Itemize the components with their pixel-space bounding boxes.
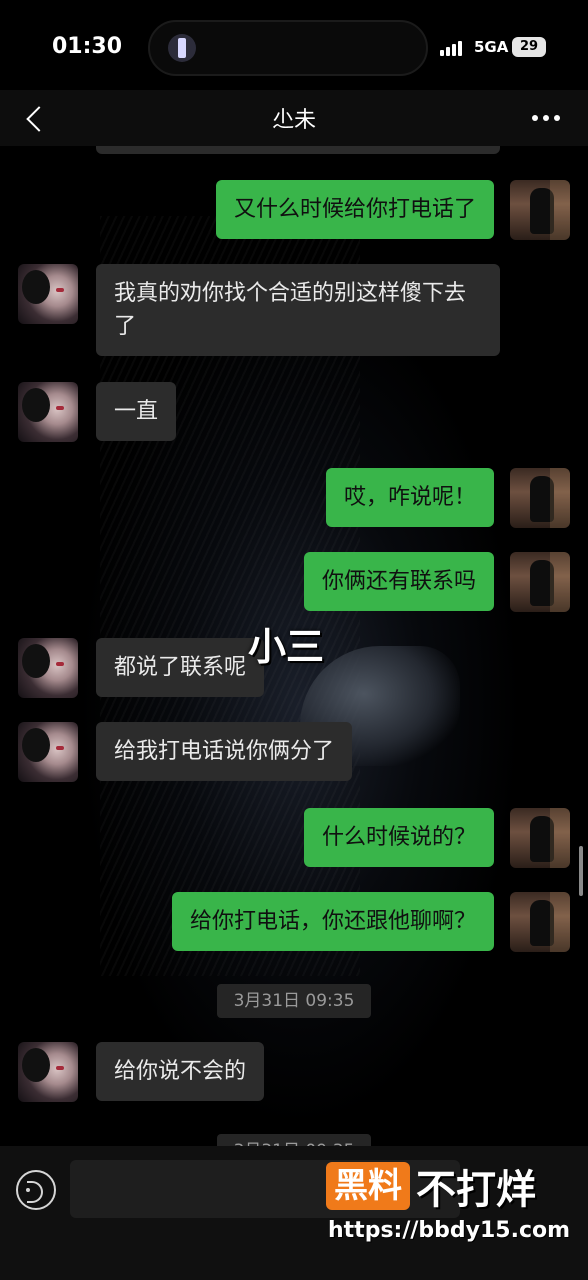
- chat-header: 尐未: [0, 90, 588, 146]
- status-time: 01:30: [52, 34, 123, 59]
- watermark: 黑料 不打烊 https://bbdy15.com: [326, 1160, 576, 1270]
- dynamic-island: [148, 20, 428, 76]
- voice-input-button[interactable]: [16, 1170, 56, 1210]
- signal-icon: [440, 40, 464, 56]
- more-options-button[interactable]: [528, 102, 564, 132]
- watermark-logo: 黑料: [326, 1162, 410, 1210]
- my-avatar[interactable]: [510, 808, 570, 868]
- my-avatar[interactable]: [510, 892, 570, 952]
- message-bubble-sent[interactable]: 什么时候说的？: [303, 808, 494, 867]
- message-bubble-sent[interactable]: 哎，咋说呢！: [325, 468, 494, 527]
- message-bubble-received[interactable]: 一直: [96, 382, 177, 441]
- message-bubble-received[interactable]: 给你说不会的: [96, 1042, 265, 1101]
- chat-area[interactable]: 又什么时候给你打电话了 我真的劝你找个合适的别这样傻下去了 一直 哎，咋说呢！ …: [0, 146, 588, 1146]
- flashlight-icon: [168, 34, 196, 62]
- contact-avatar[interactable]: [18, 722, 78, 782]
- contact-avatar[interactable]: [18, 1042, 78, 1102]
- message-bubble-sent[interactable]: 给你打电话，你还跟他聊啊？: [171, 892, 494, 951]
- message-bubble-received[interactable]: 给我打电话说你俩分了: [96, 722, 353, 781]
- network-type: 5GA: [474, 38, 509, 56]
- contact-avatar[interactable]: [18, 382, 78, 442]
- my-avatar[interactable]: [510, 180, 570, 240]
- my-avatar[interactable]: [510, 468, 570, 528]
- message-bubble-sent[interactable]: 你俩还有联系吗: [303, 552, 494, 611]
- previous-message-bubble[interactable]: [96, 146, 500, 154]
- watermark-url: https://bbdy15.com: [328, 1218, 571, 1243]
- message-bubble-received[interactable]: 都说了联系呢: [96, 638, 265, 697]
- battery-icon: 29: [512, 37, 546, 57]
- scrollbar[interactable]: [579, 846, 583, 896]
- message-bubble-sent[interactable]: 又什么时候给你打电话了: [215, 180, 494, 239]
- message-timestamp: 3月31日 09:35: [217, 984, 371, 1018]
- chat-title: 尐未: [271, 108, 316, 133]
- status-bar: 01:30 5GA 29: [0, 0, 588, 90]
- message-bubble-received[interactable]: 我真的劝你找个合适的别这样傻下去了: [96, 264, 500, 356]
- overlay-caption: 小三: [248, 625, 325, 669]
- my-avatar[interactable]: [510, 552, 570, 612]
- contact-avatar[interactable]: [18, 264, 78, 324]
- message-timestamp: 3月31日 09:35: [217, 1134, 371, 1146]
- contact-avatar[interactable]: [18, 638, 78, 698]
- watermark-text: 不打烊: [416, 1167, 536, 1213]
